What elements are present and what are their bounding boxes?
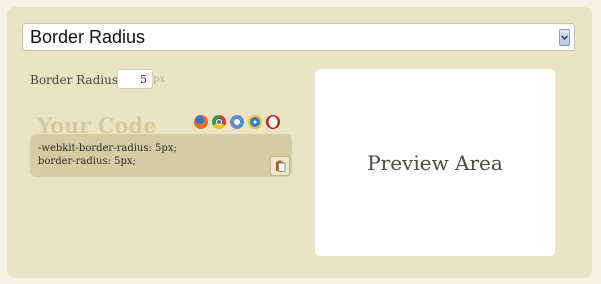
clipboard-icon [275,160,285,172]
safari-icon [230,115,244,129]
browser-icons [194,115,280,129]
effect-select[interactable]: Border Radius [22,23,575,51]
code-line: border-radius: 5px; [38,156,136,167]
chevron-down-icon [561,35,568,40]
code-line: -webkit-border-radius: 5px; [38,143,177,154]
ie-icon [248,115,262,129]
effect-select-value: Border Radius [30,27,146,47]
border-radius-unit: px [153,74,166,85]
firefox-icon [194,115,208,129]
preview-area-label: Preview Area [367,150,503,175]
generator-panel: Border Radius Border Radius: px Your Cod… [7,7,592,278]
border-radius-input[interactable] [117,69,153,89]
border-radius-label: Border Radius: [30,73,123,87]
select-dropdown-arrow[interactable] [559,29,570,46]
chrome-icon [212,115,226,129]
preview-area: Preview Area [315,69,555,256]
copy-code-button[interactable] [270,156,290,176]
opera-icon [266,115,280,129]
code-output: -webkit-border-radius: 5px; border-radiu… [30,134,292,177]
